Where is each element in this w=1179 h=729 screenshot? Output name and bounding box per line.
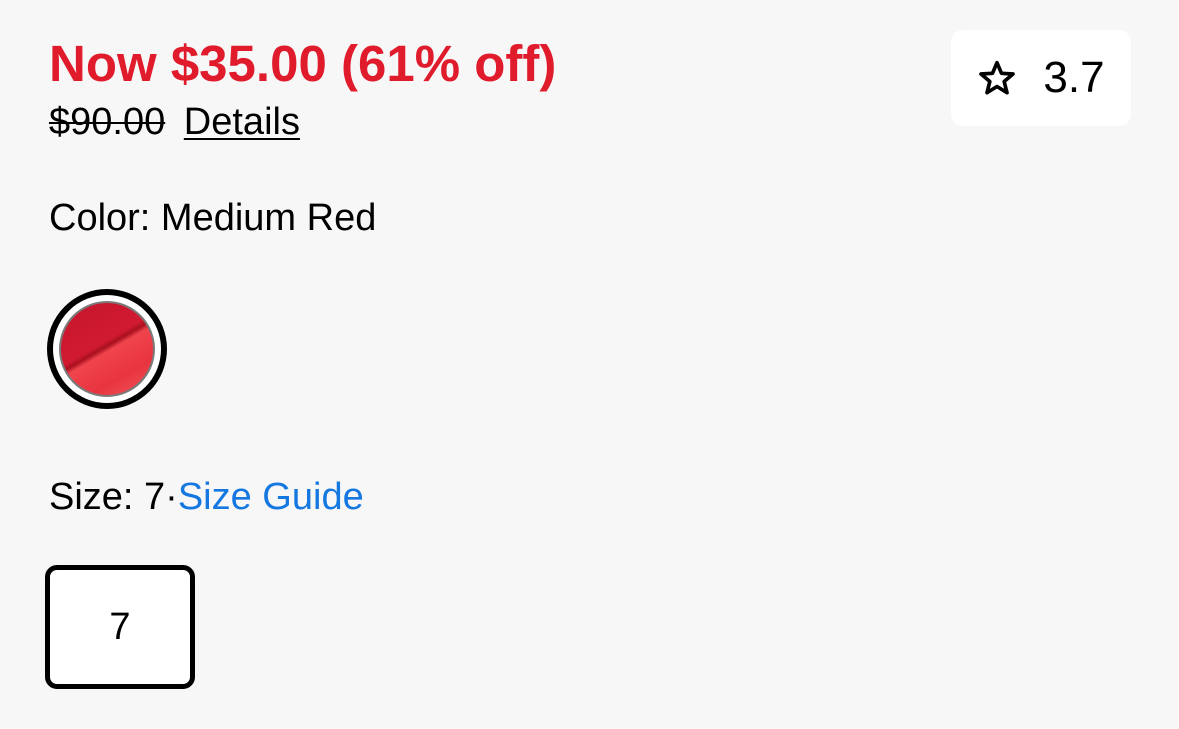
price-details-link[interactable]: Details — [184, 101, 300, 143]
size-label: Size: 7 — [49, 476, 166, 518]
size-option-label: 7 — [109, 605, 131, 648]
size-row: Size: 7·Size Guide — [49, 475, 364, 519]
size-guide-link[interactable]: Size Guide — [178, 476, 364, 518]
original-price: $90.00 — [49, 101, 166, 143]
star-outline-icon — [977, 58, 1017, 98]
rating-badge[interactable]: 3.7 — [951, 30, 1131, 126]
sale-price: Now $35.00 (61% off) — [49, 35, 557, 92]
price-row: $90.00 Details — [49, 100, 300, 144]
swatch-image — [59, 301, 155, 397]
rating-value: 3.7 — [1043, 53, 1105, 102]
color-swatch-medium-red[interactable] — [47, 289, 167, 409]
size-option-7[interactable]: 7 — [45, 565, 195, 689]
color-label: Color: Medium Red — [49, 197, 377, 239]
size-separator: · — [165, 476, 178, 518]
